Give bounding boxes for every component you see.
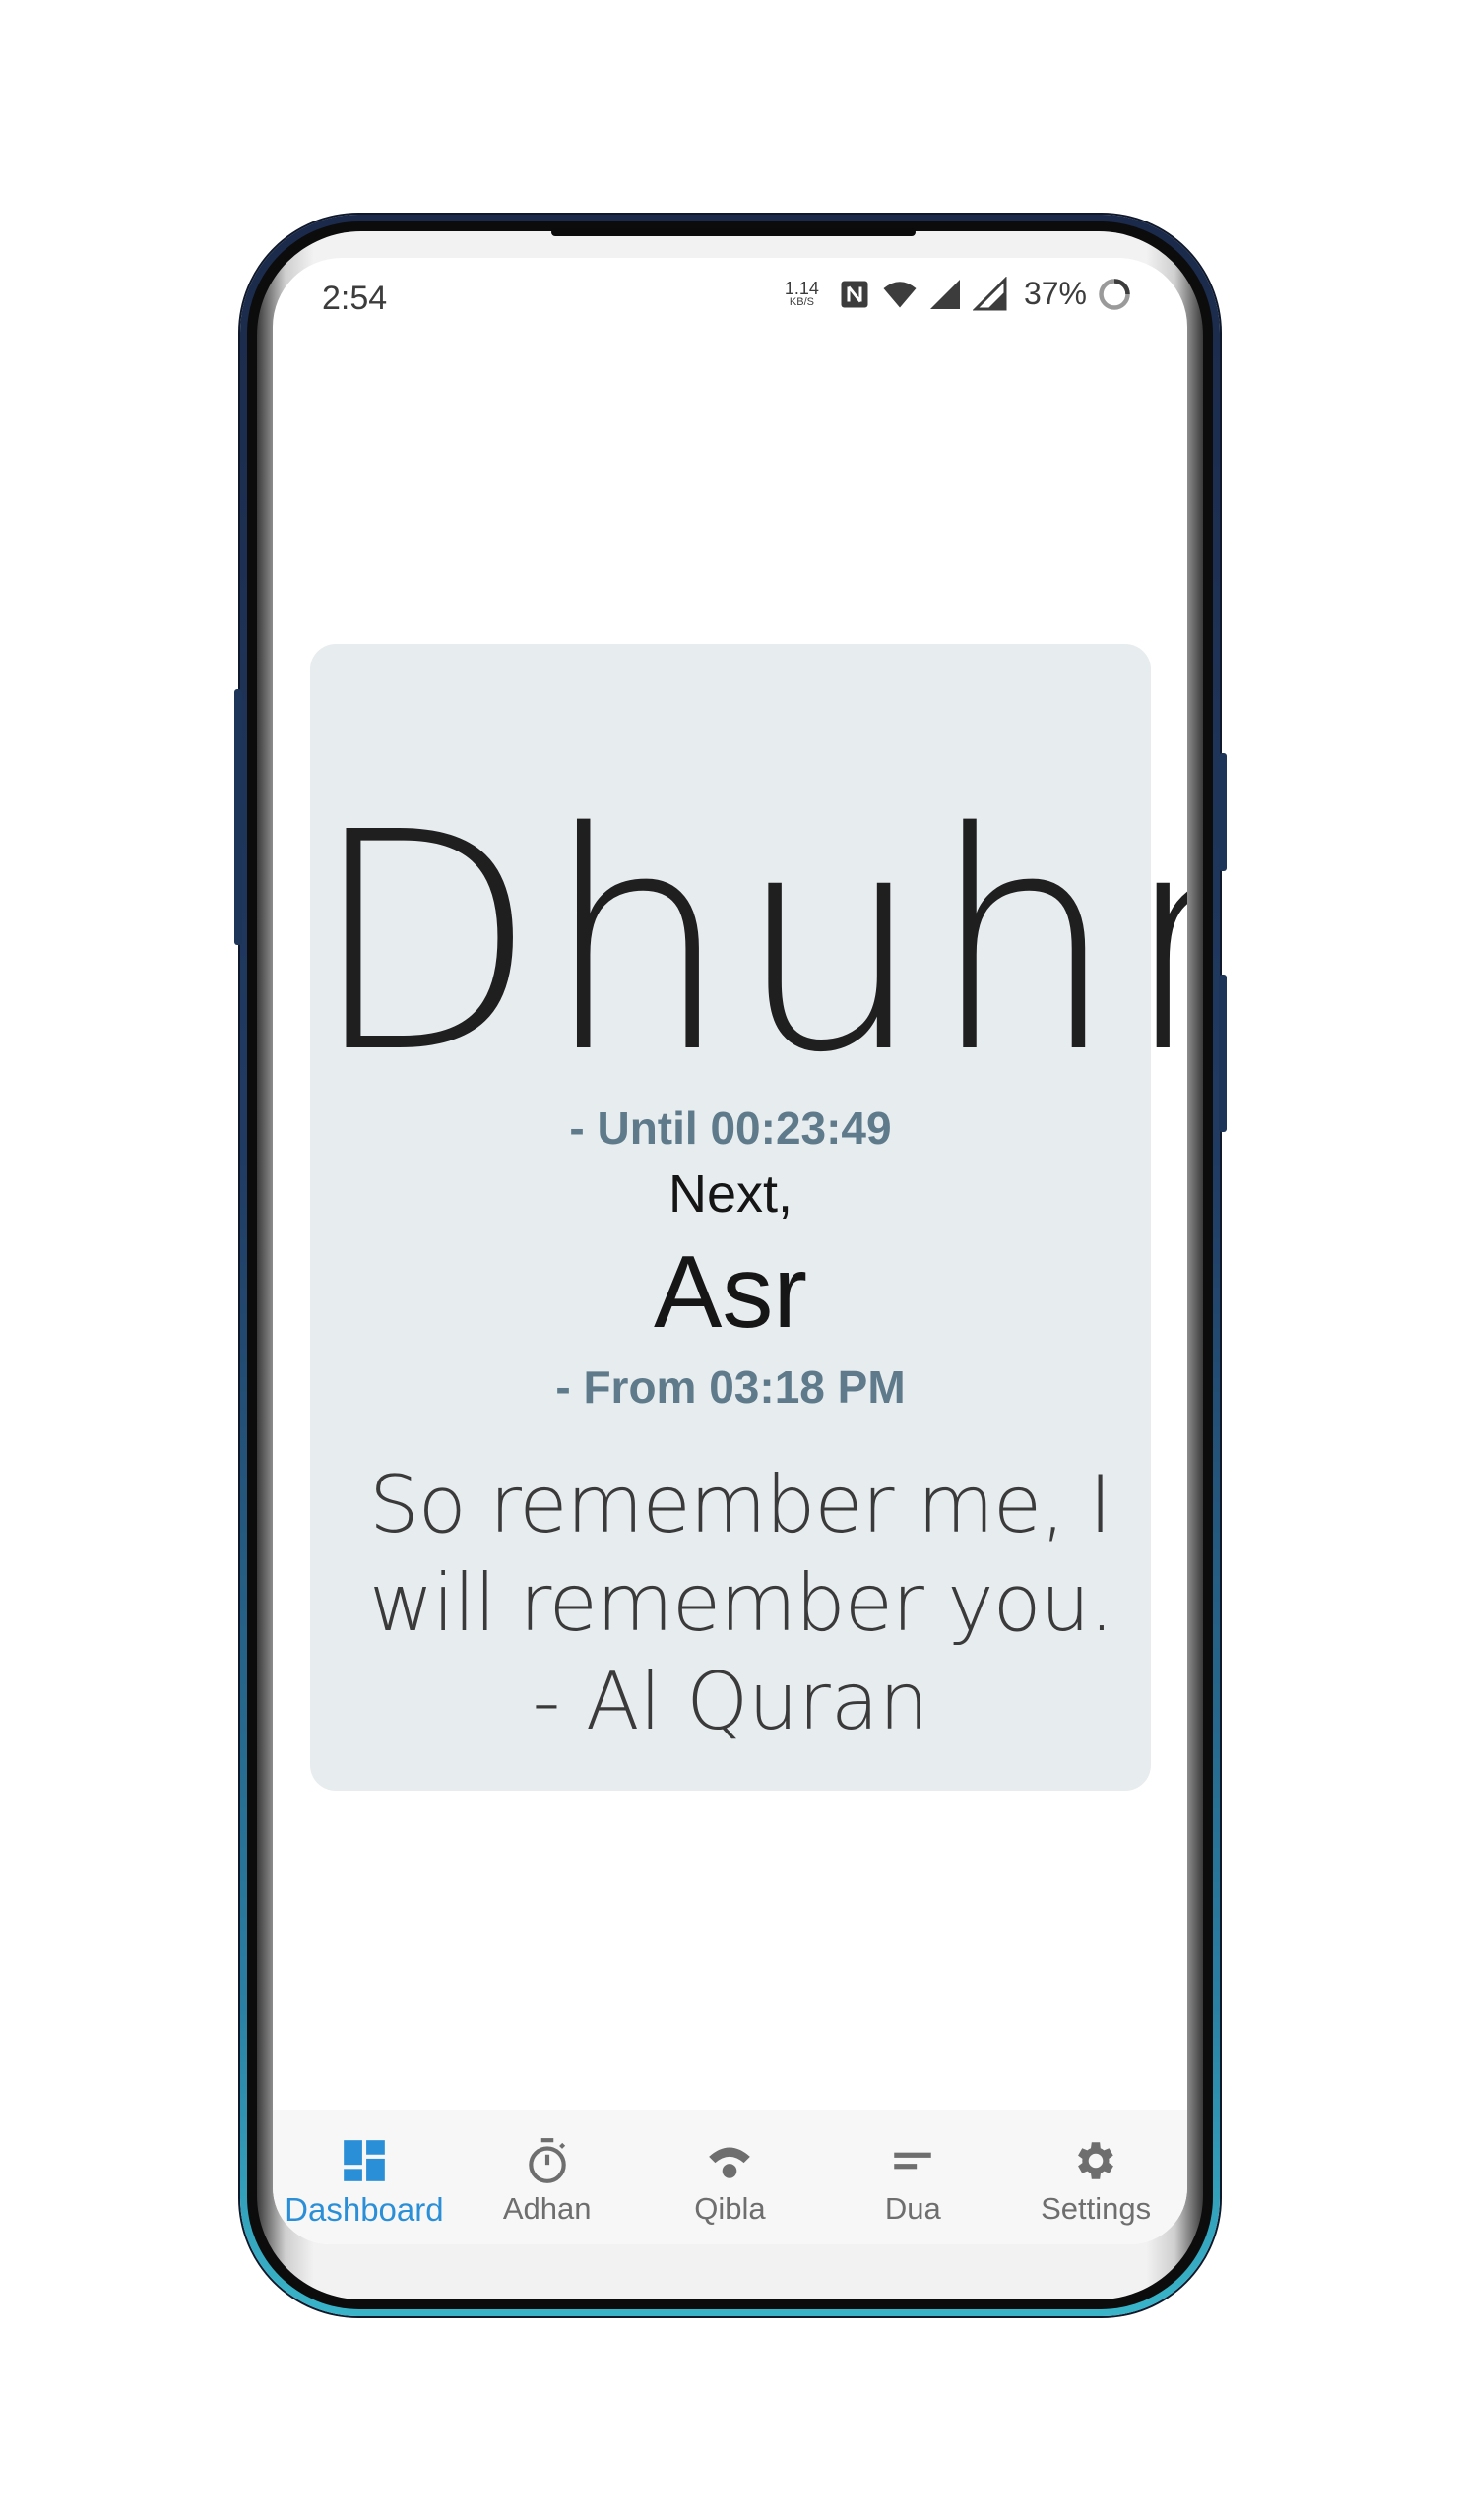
cell-signal-icon [972, 276, 1007, 310]
network-speed-value: 1.14 [784, 279, 819, 298]
quran-quote: So remember me, I will remember you. - A… [369, 1456, 1114, 1751]
time-remaining: - Until 00:23:49 [569, 1102, 892, 1154]
quote-line: will remember you. [369, 1557, 1114, 1649]
timer-icon [528, 2138, 566, 2183]
nav-item-adhan[interactable]: Adhan [459, 2110, 636, 2227]
nfc-icon [841, 281, 868, 307]
gear-icon [1078, 2142, 1113, 2179]
dashboard-icon [344, 2140, 385, 2181]
cell-signal-icon [929, 279, 960, 309]
next-label: Next, [667, 1165, 793, 1224]
nav-label: Qibla [694, 2191, 766, 2226]
earpiece-speaker [551, 228, 916, 236]
nav-label: Adhan [502, 2191, 592, 2226]
wifi-icon [883, 281, 917, 307]
alert-slider [1219, 753, 1227, 871]
status-bar: 2:54 1.14 KB/S 37% [273, 258, 1187, 341]
quote-line: So remember me, I [369, 1459, 1112, 1550]
power-button [1219, 975, 1227, 1132]
qibla-icon [709, 2147, 751, 2178]
dua-icon [894, 2152, 932, 2170]
current-prayer-name: Dhuhr [310, 768, 1187, 1119]
network-speed-unit: KB/S [789, 296, 814, 308]
nav-item-dua[interactable]: Dua [824, 2110, 1001, 2227]
network-speed: 1.14 KB/S [785, 280, 819, 308]
status-icons: 1.14 KB/S 37% [785, 276, 1132, 312]
bottom-navigation: Dashboard Adhan Qibla Dua Settings [273, 2110, 1187, 2244]
prayer-card: Dhuhr - Until 00:23:49 Next, Asr - From … [310, 644, 1187, 1791]
volume-button [234, 689, 242, 945]
next-prayer-time: - From 03:18 PM [555, 1361, 906, 1413]
nav-label: Dashboard [285, 2191, 444, 2228]
nav-item-dashboard[interactable]: Dashboard [276, 2110, 453, 2229]
battery-percent: 37% [1023, 276, 1087, 311]
battery-saver-icon [1099, 278, 1130, 310]
next-prayer-name: Asr [654, 1235, 807, 1350]
nav-item-settings[interactable]: Settings [1007, 2110, 1184, 2227]
status-time: 2:54 [322, 280, 388, 317]
nav-label: Settings [1041, 2191, 1152, 2226]
nav-item-qibla[interactable]: Qibla [641, 2110, 818, 2227]
nav-label: Dua [884, 2191, 941, 2226]
quote-source: - Al Quran [532, 1656, 929, 1747]
phone-screen: 2:54 1.14 KB/S 37% Dhuhr - Until 00:23:4… [273, 258, 1187, 2244]
